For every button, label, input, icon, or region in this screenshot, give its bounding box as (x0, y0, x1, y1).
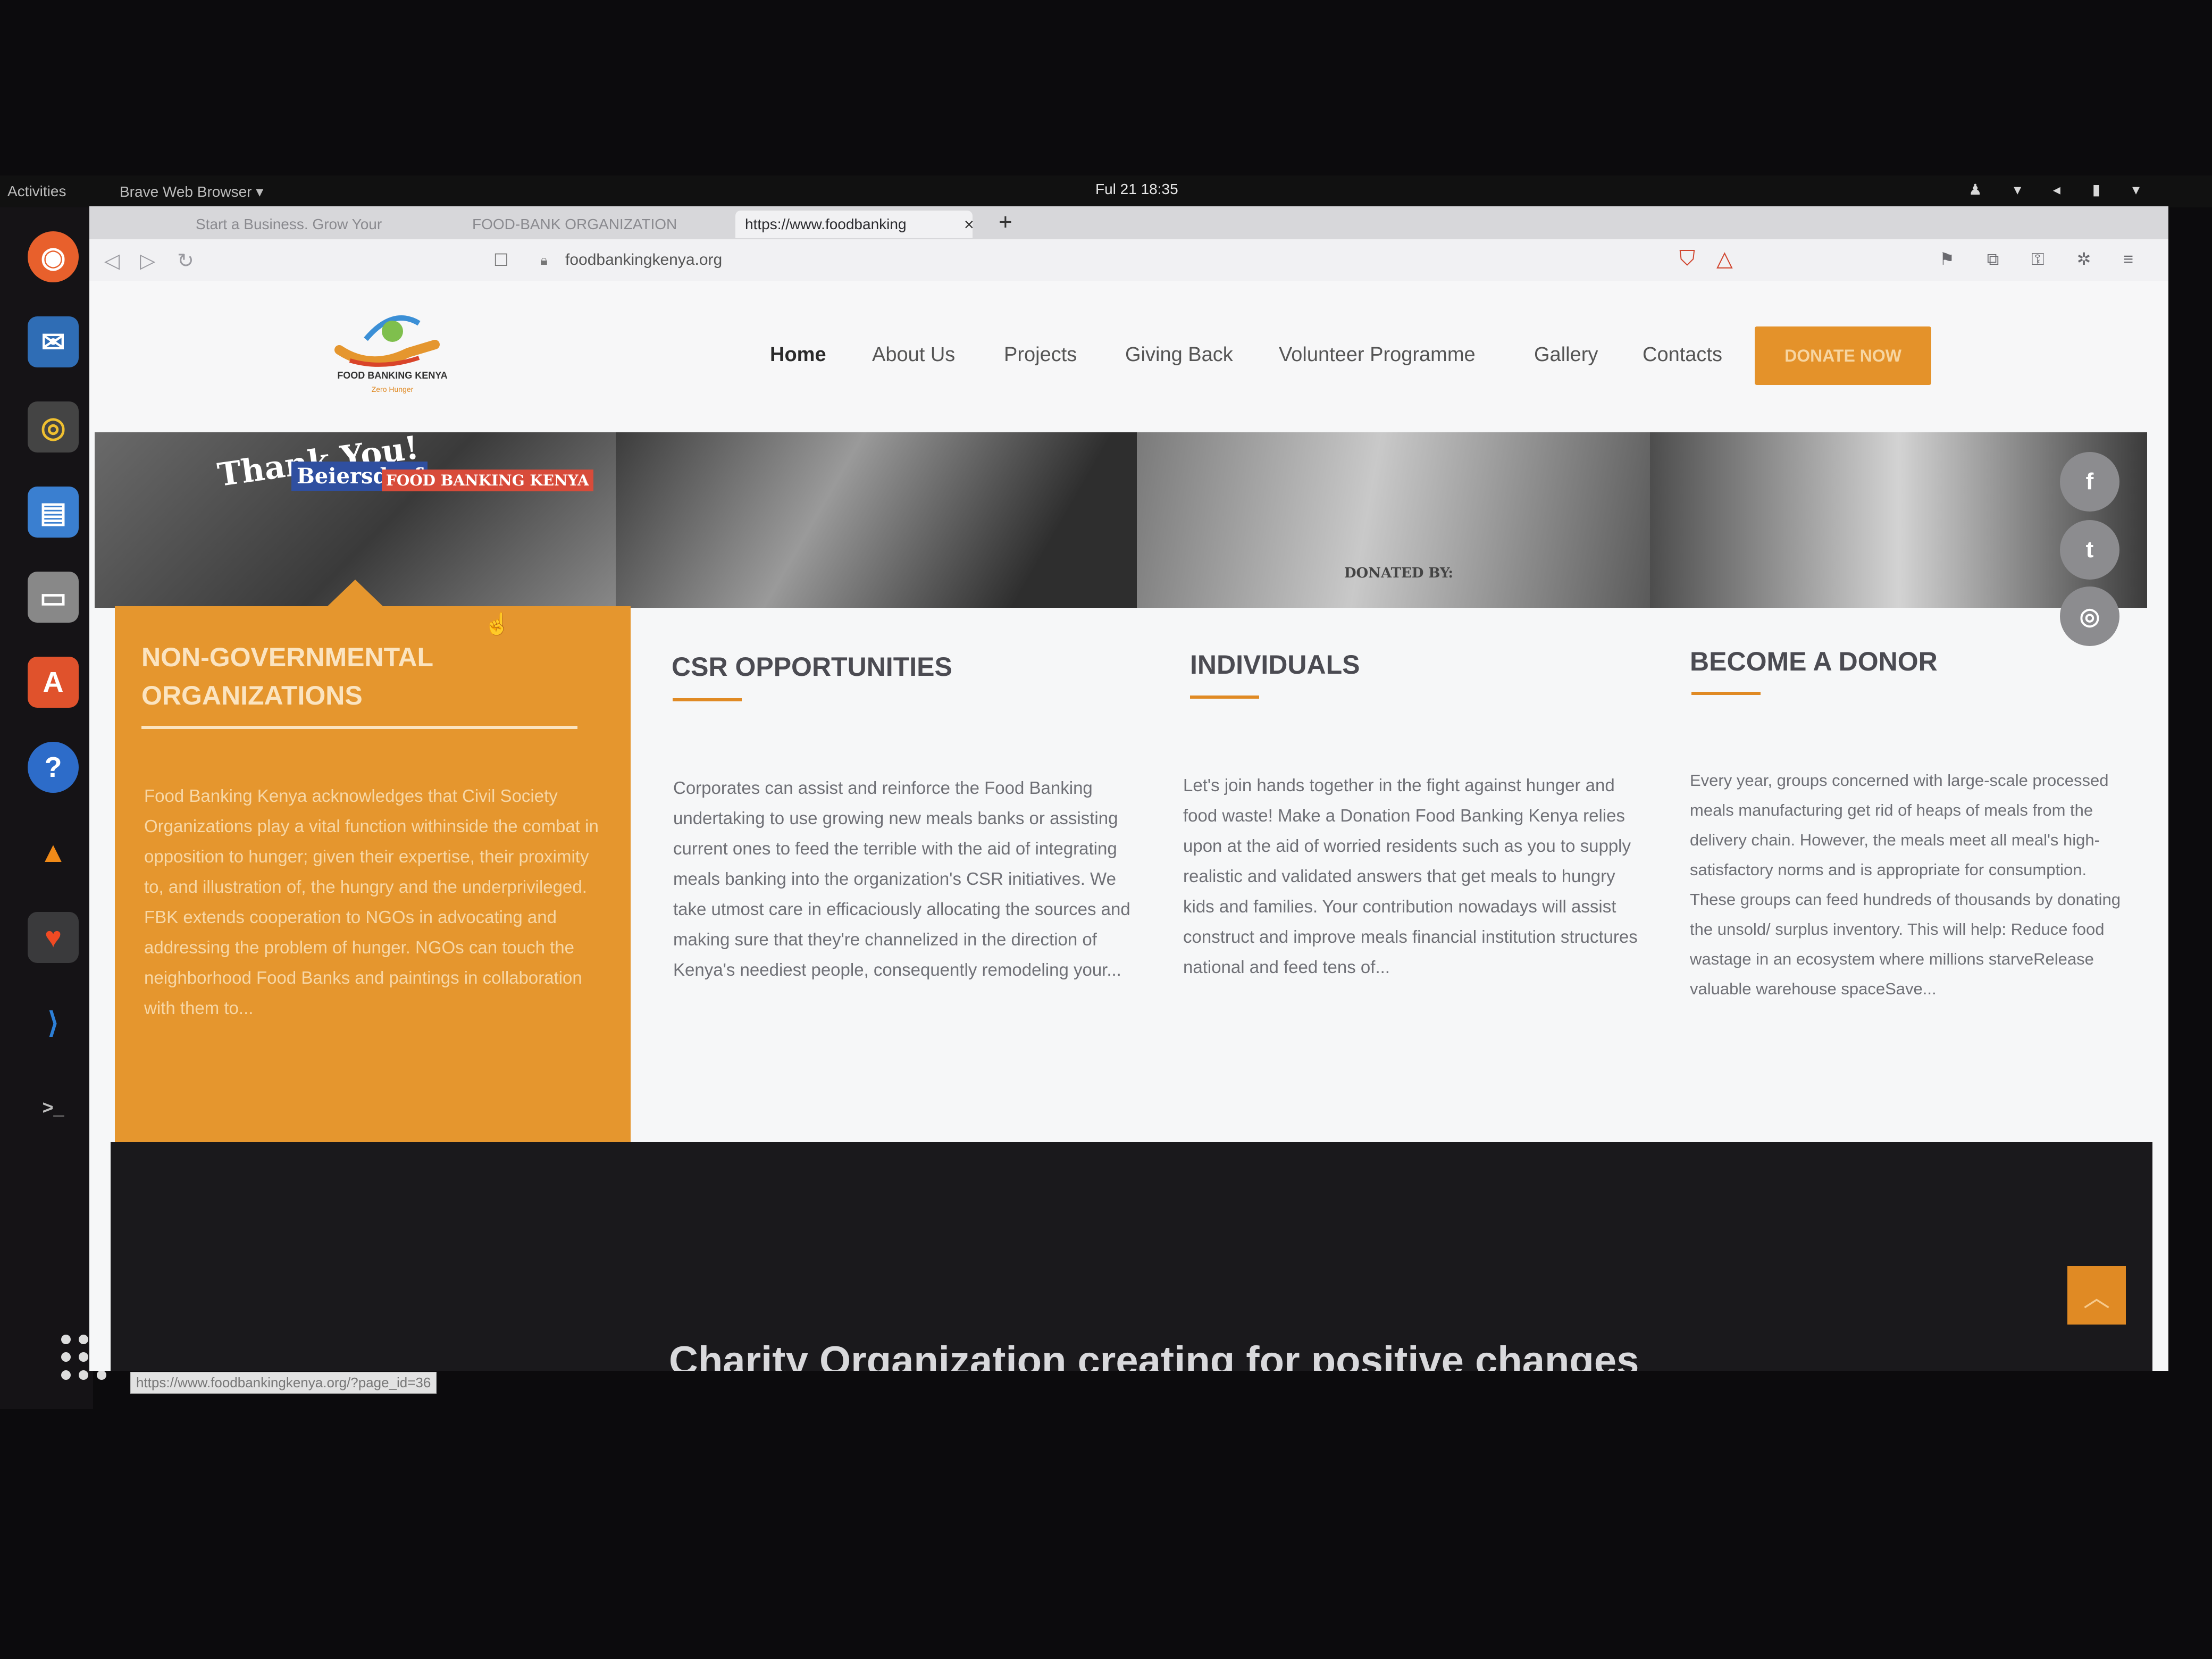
photo-volunteers (616, 432, 1137, 608)
vscode-icon[interactable]: ⟩ (28, 997, 79, 1048)
nav-projects[interactable]: Projects (1004, 343, 1077, 366)
tab-foodbanking-active[interactable]: https://www.foodbanking (735, 211, 973, 238)
browser-window: Start a Business. Grow Your FOOD-BANK OR… (89, 206, 2168, 1371)
photo-donation-box: DONATED BY: (1137, 432, 1650, 608)
footer-heading: Charity Organization creating for positi… (669, 1338, 1639, 1371)
new-tab-icon[interactable]: + (999, 208, 1012, 236)
nav-volunteer-programme[interactable]: Volunteer Programme (1279, 343, 1476, 366)
status-bar-url: https://www.foodbankingkenya.org/?page_i… (130, 1372, 437, 1394)
url-field[interactable]: foodbankingkenya.org (565, 251, 722, 269)
donate-now-button[interactable]: DONATE NOW (1755, 326, 1931, 385)
back-to-top-button[interactable]: ︿ (2067, 1266, 2126, 1325)
extensions-icon[interactable]: ⚑ ⧉ ⚿ ✲ ≡ (1939, 249, 2147, 270)
vlc-icon[interactable]: ▲ (28, 827, 79, 878)
reload-icon[interactable]: ↻ (177, 249, 194, 273)
writer-icon[interactable]: ▤ (28, 487, 79, 538)
logo-mark-icon (334, 315, 440, 367)
app-menu[interactable]: Brave Web Browser ▾ (120, 183, 263, 200)
card-ngo-title: NON-GOVERNMENTAL ORGANIZATIONS (141, 642, 433, 710)
card-ngo[interactable]: NON-GOVERNMENTAL ORGANIZATIONS Food Bank… (115, 580, 631, 1142)
firefox-icon[interactable]: ◉ (28, 231, 79, 282)
address-bar: ◁ ▷ ↻ ☐ 🔒︎ foodbankingkenya.org ⛉ △ ⚑ ⧉ … (89, 239, 2168, 281)
nav-contacts[interactable]: Contacts (1643, 343, 1722, 366)
nav-about-us[interactable]: About Us (872, 343, 955, 366)
card-ngo-body: Food Banking Kenya acknowledges that Civ… (144, 786, 599, 1018)
terminal-icon[interactable]: >_ (28, 1082, 79, 1133)
footer-band: Charity Organization creating for positi… (111, 1142, 2152, 1371)
card-individuals-title: INDIVIDUALS (1190, 650, 1360, 680)
tab-strip: Start a Business. Grow Your FOOD-BANK OR… (89, 206, 2168, 239)
card-ngo-underline (141, 726, 577, 729)
brave-shield-icon[interactable]: ⛉ (1679, 247, 1695, 271)
brave-rewards-icon[interactable]: △ (1716, 247, 1733, 271)
music-icon[interactable]: ◎ (28, 401, 79, 453)
activities-button[interactable]: Activities (7, 183, 66, 200)
photo-sign-food-banking-kenya: FOOD BANKING KENYA (382, 470, 593, 491)
card-csr-body: Corporates can assist and reinforce the … (673, 778, 1130, 979)
brave-icon[interactable]: ♥ (28, 912, 79, 963)
nav-home[interactable]: Home (770, 343, 826, 366)
dock: ◉ ✉ ◎ ▤ ▭ A ? ▲ ♥ ⟩ >_ (0, 207, 93, 1409)
forward-icon[interactable]: ▷ (140, 249, 155, 273)
instagram-icon[interactable]: ◎ (2060, 586, 2119, 646)
back-icon[interactable]: ◁ (104, 249, 120, 273)
web-page: FOOD BANKING KENYA Zero Hunger Home Abou… (89, 281, 2168, 1371)
site-logo[interactable]: FOOD BANKING KENYA Zero Hunger (329, 302, 456, 408)
software-center-icon[interactable]: A (28, 657, 79, 708)
hero-photo-strip: Thank You! Beiersdorf FOOD BANKING KENYA… (95, 429, 2147, 608)
logo-text: FOOD BANKING KENYA (337, 370, 448, 381)
site-header: FOOD BANKING KENYA Zero Hunger Home Abou… (89, 281, 2168, 430)
logo-tagline: Zero Hunger (371, 385, 414, 393)
mail-icon[interactable]: ✉ (28, 316, 79, 367)
card-donor-body: Every year, groups concerned with large-… (1690, 771, 2121, 998)
card-csr-title: CSR OPPORTUNITIES (672, 652, 952, 682)
card-donor-accent-bar (1691, 692, 1761, 695)
help-icon[interactable]: ? (28, 742, 79, 793)
close-tab-icon[interactable]: × (964, 211, 974, 238)
os-top-bar: Activities Brave Web Browser ▾ Ful 21 18… (0, 175, 2212, 207)
system-tray[interactable]: ♟ ▾ ◂ ▮ ▾ (1968, 181, 2154, 198)
nav-giving-back[interactable]: Giving Back (1125, 343, 1233, 366)
photo-sign-donated-by: DONATED BY: (1344, 565, 1453, 581)
card-individuals-body: Let's join hands together in the fight a… (1183, 775, 1638, 977)
card-csr-accent-bar (673, 698, 742, 701)
files-icon[interactable]: ▭ (28, 572, 79, 623)
tab-business[interactable]: Start a Business. Grow Your (196, 211, 504, 238)
clock[interactable]: Ful 21 18:35 (1095, 181, 1178, 198)
lock-icon: 🔒︎ (540, 252, 548, 268)
nav-gallery[interactable]: Gallery (1534, 343, 1598, 366)
twitter-icon[interactable]: t (2060, 520, 2119, 580)
bookmark-icon[interactable]: ☐ (493, 250, 509, 270)
facebook-icon[interactable]: f (2060, 452, 2119, 512)
card-individuals-accent-bar (1190, 696, 1259, 699)
mouse-cursor-icon: ☝ (484, 613, 510, 636)
card-donor-title: BECOME A DONOR (1690, 647, 1938, 676)
